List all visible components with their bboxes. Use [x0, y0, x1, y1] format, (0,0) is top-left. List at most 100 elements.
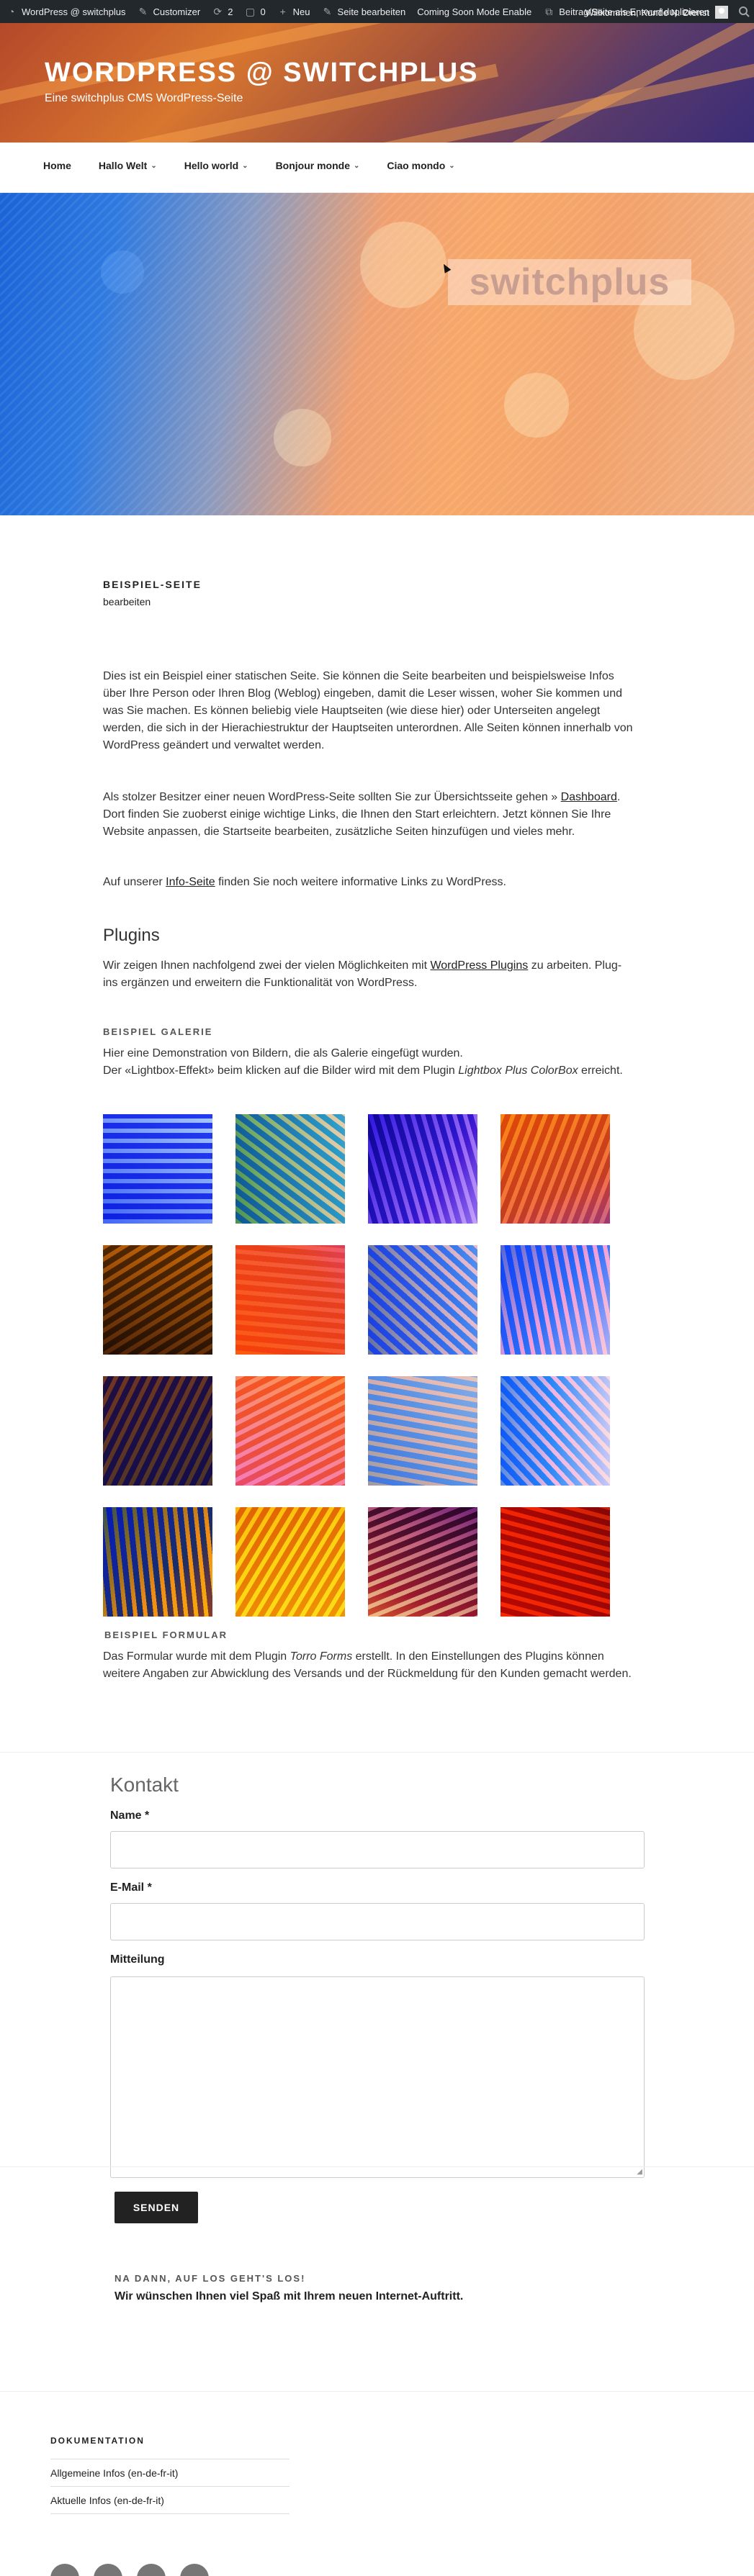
social-icon[interactable]	[180, 2564, 209, 2576]
admin-coming-soon-label: Coming Soon Mode Enable	[417, 6, 532, 17]
message-label: Mitteilung	[110, 1953, 165, 1966]
gallery-image[interactable]	[103, 1376, 212, 1486]
nav-item-bonjour-monde[interactable]: Bonjour monde ⌄	[276, 160, 360, 171]
admin-updates-count: 2	[228, 6, 233, 17]
main-navigation: Home Hallo Welt ⌄ Hello world ⌄ Bonjour mo…	[0, 143, 754, 193]
gallery-paragraph: Hier eine Demonstration von Bildern, die…	[103, 1045, 636, 1080]
dashboard-link[interactable]: Dashboard	[561, 791, 617, 803]
text: erreicht.	[581, 1065, 623, 1077]
plugins-heading: Plugins	[103, 926, 160, 945]
social-links	[50, 2564, 223, 2576]
site-description: Eine switchplus CMS WordPress-Seite	[45, 92, 243, 104]
info-page-link[interactable]: Info-Seite	[166, 876, 215, 888]
switchplus-logo: switchplus	[448, 259, 691, 305]
admin-greeting: Willkommen, Kunde N. Dienst	[585, 6, 709, 18]
chevron-down-icon: ⌄	[151, 161, 157, 170]
plugins-paragraph: Wir zeigen Ihnen nachfolgend zwei der vi…	[103, 957, 636, 992]
cta-heading: NA DANN, AUF LOS GEHT'S LOS!	[115, 2273, 306, 2284]
pencil-icon: ✎	[323, 5, 332, 17]
admin-edit-page-link[interactable]: ✎ Seite bearbeiten	[322, 6, 406, 17]
text: finden Sie noch weitere informative Link…	[218, 876, 506, 888]
admin-customizer-label: Customizer	[153, 6, 201, 17]
text: Das Formular wurde mit dem Plugin	[103, 1650, 287, 1663]
gallery-image[interactable]	[235, 1114, 345, 1224]
comment-icon: ▢	[245, 5, 256, 17]
name-label: Name *	[110, 1809, 150, 1822]
chevron-down-icon: ⌄	[354, 161, 360, 170]
submit-button[interactable]: SENDEN	[115, 2192, 198, 2223]
social-icon[interactable]	[50, 2564, 79, 2576]
form-paragraph: Das Formular wurde mit dem Plugin Torro …	[103, 1648, 636, 1683]
form-heading: BEISPIEL FORMULAR	[104, 1630, 228, 1640]
nav-item-hello-world[interactable]: Hello world ⌄	[184, 160, 248, 171]
plus-icon: +	[279, 6, 286, 17]
dashboard-icon: ◔	[8, 6, 15, 17]
avatar	[715, 6, 728, 19]
message-textarea[interactable]: ◢	[110, 1976, 645, 2178]
gallery-image[interactable]	[501, 1376, 610, 1486]
nav-item-home[interactable]: Home	[43, 160, 71, 171]
admin-customizer-link[interactable]: ✎ Customizer	[137, 5, 201, 17]
gallery-image[interactable]	[103, 1507, 212, 1617]
admin-new-link[interactable]: + Neu	[277, 6, 310, 17]
admin-site-link[interactable]: ◔ WordPress @ switchplus	[6, 6, 126, 17]
nav-item-label: Ciao mondo	[387, 160, 446, 171]
footer-links: Allgemeine Infos (en-de-fr-it) Aktuelle …	[50, 2459, 290, 2514]
intro-paragraph: Dies ist ein Beispiel einer statischen S…	[103, 670, 633, 751]
admin-comments-link[interactable]: ▢ 0	[244, 5, 266, 17]
admin-updates-link[interactable]: ⟳ 2	[212, 6, 233, 17]
email-label: E-Mail *	[110, 1881, 152, 1894]
site-title[interactable]: WORDPRESS @ SWITCHPLUS	[45, 58, 479, 89]
gallery-image[interactable]	[235, 1507, 345, 1617]
divider	[0, 1752, 754, 1753]
nav-item-label: Home	[43, 160, 71, 171]
resize-handle-icon[interactable]: ◢	[637, 2168, 642, 2176]
gallery-image[interactable]	[235, 1376, 345, 1486]
chevron-down-icon: ⌄	[449, 161, 455, 170]
chevron-down-icon: ⌄	[242, 161, 248, 170]
text: Als stolzer Besitzer einer neuen WordPre…	[103, 791, 558, 803]
admin-edit-page-label: Seite bearbeiten	[337, 6, 406, 17]
gallery-image[interactable]	[103, 1114, 212, 1224]
admin-site-label: WordPress @ switchplus	[22, 6, 126, 17]
updates-icon: ⟳	[213, 5, 223, 17]
page-title: BEISPIEL-SEITE	[103, 579, 202, 590]
footer-link-general[interactable]: Allgemeine Infos (en-de-fr-it)	[50, 2459, 290, 2487]
plugin-name: Torro Forms	[290, 1650, 353, 1663]
nav-item-label: Bonjour monde	[275, 160, 350, 171]
gallery-image[interactable]	[501, 1245, 610, 1355]
gallery-image[interactable]	[235, 1245, 345, 1355]
gallery-image[interactable]	[103, 1245, 212, 1355]
divider	[0, 2166, 754, 2167]
search-icon[interactable]	[738, 6, 750, 17]
nav-item-label: Hallo Welt	[98, 160, 148, 171]
nav-item-ciao-mondo[interactable]: Ciao mondo ⌄	[387, 160, 454, 171]
admin-coming-soon-link[interactable]: Coming Soon Mode Enable	[417, 6, 531, 17]
email-input[interactable]	[110, 1903, 645, 1940]
cta-text: Wir wünschen Ihnen viel Spaß mit Ihrem n…	[115, 2290, 464, 2302]
wordpress-plugins-link[interactable]: WordPress Plugins	[430, 959, 528, 972]
name-input[interactable]	[110, 1831, 645, 1868]
text: Wir zeigen Ihnen nachfolgend zwei der vi…	[103, 959, 428, 972]
footer-heading: DOKUMENTATION	[50, 2436, 145, 2446]
gallery-image[interactable]	[368, 1245, 477, 1355]
header-image: switchplus	[0, 193, 754, 515]
brush-icon: ✎	[138, 5, 148, 17]
nav-item-label: Hello world	[184, 160, 239, 171]
gallery-image[interactable]	[501, 1114, 610, 1224]
footer-link-current[interactable]: Aktuelle Infos (en-de-fr-it)	[50, 2487, 290, 2514]
gallery-image[interactable]	[501, 1507, 610, 1617]
gallery-image[interactable]	[368, 1376, 477, 1486]
social-icon[interactable]	[94, 2564, 122, 2576]
edit-link[interactable]: bearbeiten	[103, 596, 151, 607]
copy-icon: ⧉	[545, 5, 553, 17]
gallery-image[interactable]	[368, 1507, 477, 1617]
nav-item-hallo-welt[interactable]: Hallo Welt ⌄	[99, 160, 157, 171]
admin-comments-count: 0	[260, 6, 266, 17]
info-paragraph: Auf unserer Info-Seite finden Sie noch w…	[103, 874, 636, 891]
social-icon[interactable]	[137, 2564, 166, 2576]
dashboard-paragraph: Als stolzer Besitzer einer neuen WordPre…	[103, 789, 636, 841]
text: Der «Lightbox-Effekt» beim klicken auf d…	[103, 1065, 455, 1077]
admin-account[interactable]: Willkommen, Kunde N. Dienst	[567, 0, 754, 23]
gallery-image[interactable]	[368, 1114, 477, 1224]
